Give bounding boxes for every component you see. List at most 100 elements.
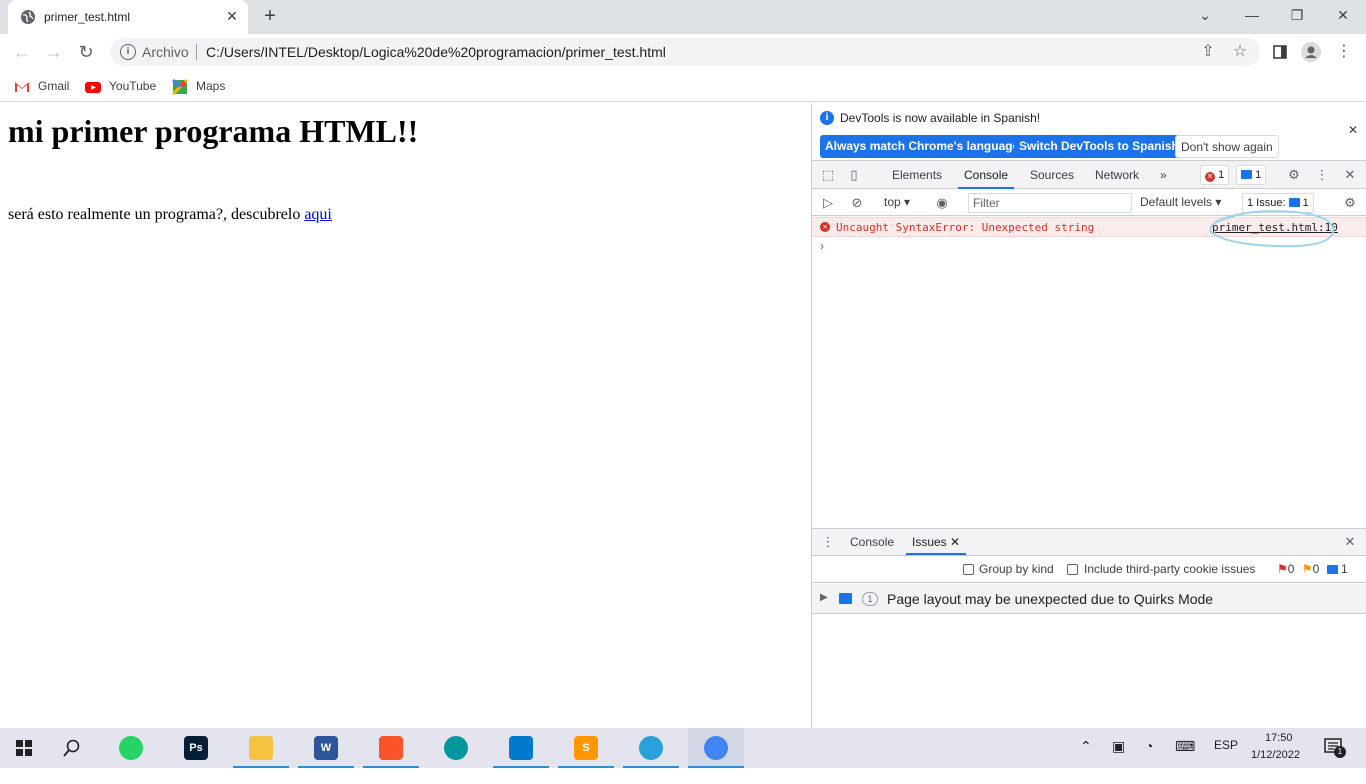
sidebar-toggle-icon[interactable]: ▷ [820,195,836,211]
tray-chevron-icon[interactable]: ⌃ [1080,738,1092,755]
browser-tab[interactable]: primer_test.html ✕ [8,0,248,34]
minimize-button[interactable]: — [1240,5,1264,25]
taskbar-app-whatsapp[interactable] [103,728,159,768]
bookmark-star-icon[interactable]: ☆ [1230,42,1250,62]
taskbar-app-telegram[interactable] [623,728,679,768]
error-count: 1 [1218,169,1225,181]
devtools-menu-icon[interactable]: ⋮ [1314,167,1330,183]
close-window-button[interactable]: ✕ [1331,5,1355,25]
vscode-icon [509,736,533,760]
message-count-badge[interactable]: 1 [1236,165,1267,185]
tab-sources[interactable]: Sources [1024,161,1080,189]
error-count-badge[interactable]: ✕ 1 [1200,165,1230,185]
error-flag-icon: ⚑ [1277,562,1288,576]
tab-search-chevron-icon[interactable]: ⌄ [1193,5,1217,25]
issue-count-pill: 1 [862,592,878,606]
context-selector[interactable]: top ▾ [878,189,916,215]
language-indicator[interactable]: ESP [1214,738,1238,752]
aqui-link[interactable]: aqui [304,206,332,223]
message-icon [1241,170,1252,179]
live-expression-eye-icon[interactable]: ◉ [934,195,950,211]
taskbar-app-chrome[interactable] [688,728,744,768]
forward-button[interactable]: → [44,42,64,62]
wifi-icon[interactable]: ◔ [1145,738,1153,754]
tab-close-icon[interactable]: ✕ [224,8,240,24]
file-explorer-icon [249,736,273,760]
taskbar-app-file-explorer[interactable] [233,728,289,768]
running-indicator [623,766,679,768]
taskbar-app-arduino[interactable] [428,728,484,768]
side-panel-icon[interactable] [1270,42,1290,62]
running-indicator [298,766,354,768]
restore-button[interactable]: ❐ [1285,5,1309,25]
settings-gear-icon[interactable]: ⚙ [1286,167,1302,183]
info-icon: i [820,111,834,125]
paragraph-text: será esto realmente un programa?, descub… [8,206,301,223]
photoshop-icon: Ps [184,736,208,760]
third-party-checkbox[interactable] [1067,564,1078,575]
windows-start-icon[interactable] [16,740,32,756]
clock-date[interactable]: 1/12/2022 [1251,749,1300,761]
site-info-icon[interactable]: i [120,44,136,60]
url-text[interactable]: C:/Users/INTEL/Desktop/Logica%20de%20pro… [206,44,666,60]
taskbar-app-sublime[interactable]: S [558,728,614,768]
expand-triangle-icon[interactable]: ▶ [820,592,828,603]
close-issues-tab-icon[interactable]: ✕ [950,535,960,549]
chrome-menu-icon[interactable]: ⋮ [1334,42,1354,62]
clock-time[interactable]: 17:50 [1265,732,1293,744]
profile-avatar-icon[interactable] [1301,42,1321,62]
arduino-icon [444,736,468,760]
meet-now-icon[interactable]: ▣ [1112,738,1125,755]
address-bar[interactable]: i Archivo C:/Users/INTEL/Desktop/Logica%… [110,38,1260,66]
match-language-button[interactable]: Always match Chrome's language [820,135,1025,158]
drawer-tab-issues[interactable]: Issues ✕ [906,529,967,555]
dont-show-again-button[interactable]: Don't show again [1175,135,1279,158]
page-paragraph: será esto realmente un programa?, descub… [8,206,332,224]
switch-spanish-button[interactable]: Switch DevTools to Spanish [1014,135,1184,158]
infobar-text: DevTools is now available in Spanish! [840,111,1041,125]
keyboard-icon[interactable]: ⌨ [1175,738,1195,755]
inspect-element-icon[interactable]: ⬚ [820,167,836,183]
share-icon[interactable]: ⇪ [1198,42,1218,62]
bookmark-youtube[interactable]: YouTube [85,77,156,95]
bookmark-label: Gmail [38,79,70,93]
group-by-kind-checkbox[interactable] [963,564,974,575]
clear-console-icon[interactable]: ⊘ [849,195,865,211]
info-issue-icon [1326,565,1338,574]
whatsapp-icon [119,736,143,760]
word-icon: W [314,736,338,760]
device-toolbar-icon[interactable]: ▯ [846,167,862,183]
back-button[interactable]: ← [12,42,32,62]
infobar-close-icon[interactable]: ✕ [1348,123,1358,137]
tab-console[interactable]: Console [958,161,1015,189]
console-filter-input[interactable]: Filter [968,193,1132,213]
reload-button[interactable]: ↻ [76,42,96,62]
browser-toolbar: ← → ↻ i Archivo C:/Users/INTEL/Desktop/L… [0,34,1366,70]
close-devtools-icon[interactable]: ✕ [1342,167,1358,183]
running-indicator [233,766,289,768]
notification-center[interactable]: 1 [1324,737,1346,760]
console-settings-gear-icon[interactable]: ⚙ [1342,195,1358,211]
close-drawer-icon[interactable]: ✕ [1342,534,1358,550]
issue-counts: ⚑0 ⚑0 1 [1277,562,1348,576]
new-tab-button[interactable]: + [260,6,280,26]
drawer-tab-console[interactable]: Console [844,529,900,555]
levels-value: Default levels [1140,195,1213,209]
issues-toolbar: Group by kind Include third-party cookie… [812,557,1366,583]
taskbar-app-brave[interactable] [363,728,419,768]
bookmark-gmail[interactable]: Gmail [14,77,69,95]
taskbar-app-vscode[interactable] [493,728,549,768]
issue-row[interactable]: ▶ 1 Page layout may be unexpected due to… [812,584,1366,614]
search-icon[interactable] [63,739,81,757]
taskbar-app-photoshop[interactable]: Ps [168,728,224,768]
console-prompt-icon[interactable]: › [820,239,824,253]
issues-count: 1 [1302,197,1309,209]
tab-network[interactable]: Network [1089,161,1145,189]
bookmark-maps[interactable]: Maps [172,77,225,95]
windows-taskbar: Ps W S ⌃ ▣ ◔ ⌨ ESP 17:50 1/12/2022 1 [0,728,1366,768]
taskbar-app-word[interactable]: W [298,728,354,768]
drawer-menu-icon[interactable]: ⋮ [820,534,836,550]
more-tabs-button[interactable]: » [1154,161,1173,189]
error-icon: ✕ [1205,172,1215,182]
tab-elements[interactable]: Elements [886,161,948,189]
